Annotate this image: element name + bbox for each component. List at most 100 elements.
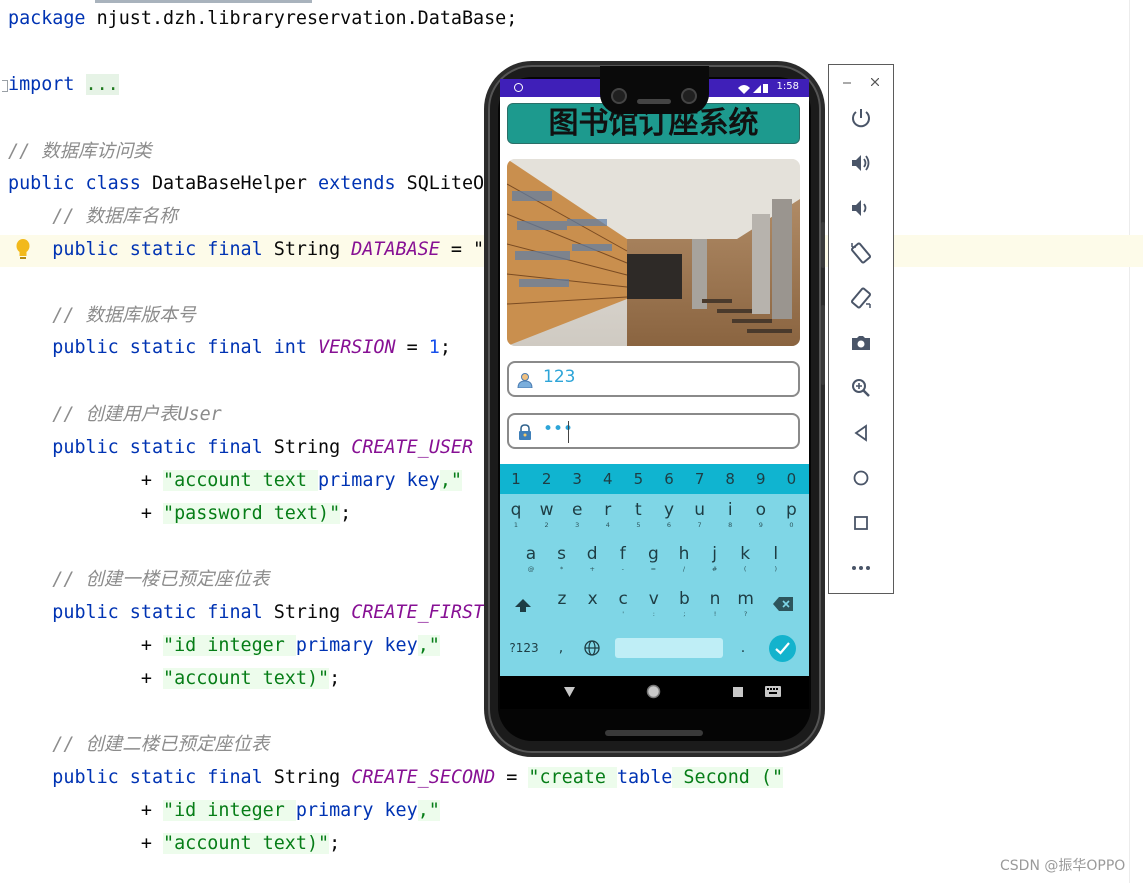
key-number[interactable]: 0: [776, 470, 806, 488]
key-letter[interactable]: v: [639, 589, 669, 609]
keyboard-switch-icon[interactable]: [765, 686, 781, 697]
phone-screen[interactable]: 1:58 图书馆订座系统 123 ••• 1 2 3 4 5 6 7 8 9 0…: [500, 79, 809, 709]
zoom-icon[interactable]: [849, 376, 873, 400]
emulator-toolbar[interactable]: [828, 64, 894, 594]
key-letter[interactable]: l: [761, 544, 791, 564]
code-line[interactable]: // 数据库版本号: [8, 303, 196, 329]
nav-home-icon[interactable]: [646, 684, 661, 699]
code-line[interactable]: + "id integer primary key,": [8, 633, 440, 659]
key-number[interactable]: 5: [623, 470, 653, 488]
code-line[interactable]: public class DataBaseHelper extends SQLi…: [8, 171, 484, 197]
password-field[interactable]: •••: [507, 413, 800, 449]
key-number[interactable]: 8: [715, 470, 745, 488]
camera-icon[interactable]: [849, 331, 873, 355]
key-number[interactable]: 9: [746, 470, 776, 488]
code-line[interactable]: + "password text)";: [8, 501, 351, 527]
key-letter[interactable]: q: [501, 500, 531, 520]
key-number[interactable]: 1: [501, 470, 531, 488]
more-icon[interactable]: [849, 556, 873, 580]
minimize-icon[interactable]: [843, 79, 851, 87]
backspace-icon[interactable]: [773, 597, 793, 611]
key-letter[interactable]: u: [685, 500, 715, 520]
code-line[interactable]: import ...: [8, 72, 119, 98]
code-token: VERSION: [318, 337, 396, 358]
key-letter[interactable]: d: [577, 544, 607, 564]
speaker-grill: [637, 99, 671, 104]
code-token: table: [616, 767, 673, 788]
overview-icon[interactable]: [849, 511, 873, 535]
key-letter[interactable]: e: [562, 500, 592, 520]
key-number[interactable]: 4: [593, 470, 623, 488]
user-icon: [517, 373, 533, 388]
code-line[interactable]: // 创建一楼已预定座位表: [8, 567, 269, 593]
key-hint: 3: [575, 521, 580, 529]
key-letter[interactable]: f: [608, 544, 638, 564]
key-letter[interactable]: c: [608, 589, 638, 609]
key-letter[interactable]: o: [746, 500, 776, 520]
rotate-left-icon[interactable]: [849, 241, 873, 265]
key-letter[interactable]: r: [593, 500, 623, 520]
key-letter[interactable]: p: [776, 500, 806, 520]
key-letter[interactable]: a: [516, 544, 546, 564]
code-line[interactable]: public static final String CREATE_SECOND…: [8, 765, 784, 791]
key-number[interactable]: 3: [562, 470, 592, 488]
code-line[interactable]: + "account text primary key,": [8, 468, 462, 494]
space-key[interactable]: [615, 638, 723, 658]
symbols-key[interactable]: ?123: [506, 641, 542, 655]
code-line[interactable]: // 创建用户表User: [8, 402, 221, 428]
back-icon[interactable]: [849, 421, 873, 445]
key-letter[interactable]: w: [532, 500, 562, 520]
code-line[interactable]: // 创建二楼已预定座位表: [8, 732, 269, 758]
code-token: // 数据库名称: [8, 206, 178, 227]
comma-key[interactable]: ,: [554, 640, 568, 656]
code-line[interactable]: // 数据库访问类: [8, 139, 152, 165]
key-letter[interactable]: y: [654, 500, 684, 520]
key-letter[interactable]: t: [623, 500, 653, 520]
enter-key[interactable]: [769, 635, 796, 662]
code-line[interactable]: public static final String CREATE_FIRST: [8, 600, 484, 626]
key-letter[interactable]: g: [638, 544, 668, 564]
key-letter[interactable]: i: [715, 500, 745, 520]
phone-power-button: [821, 222, 825, 268]
nav-recents-icon[interactable]: [733, 687, 743, 697]
code-line[interactable]: public static final String DATABASE = ": [8, 237, 484, 263]
key-letter[interactable]: h: [669, 544, 699, 564]
key-number[interactable]: 2: [532, 470, 562, 488]
period-key[interactable]: .: [736, 640, 750, 656]
soft-keyboard[interactable]: 1 2 3 4 5 6 7 8 9 0 q 1 w 2 e 3 r 4 t 5 y 6 u 7 i 8 o 9 p 0 a @ s * d + f - g =…: [500, 464, 809, 676]
shift-icon[interactable]: [514, 597, 532, 615]
key-number[interactable]: 7: [685, 470, 715, 488]
code-line[interactable]: + "account text)";: [8, 666, 340, 692]
key-number[interactable]: 6: [654, 470, 684, 488]
close-icon[interactable]: [871, 78, 879, 86]
key-letter[interactable]: n: [700, 589, 730, 609]
key-hint: @: [527, 565, 535, 573]
key-letter[interactable]: b: [669, 589, 699, 609]
key-letter[interactable]: j: [700, 544, 730, 564]
code-line[interactable]: + "id integer primary key,": [8, 798, 440, 824]
code-line[interactable]: + "account text)";: [8, 831, 340, 857]
key-letter[interactable]: s: [547, 544, 577, 564]
key-hint: 8: [728, 521, 733, 529]
code-token: =: [495, 767, 529, 788]
key-hint: 0: [789, 521, 794, 529]
code-line[interactable]: public static final int VERSION = 1;: [8, 335, 451, 361]
volume-down-icon[interactable]: [849, 196, 873, 220]
home-icon[interactable]: [849, 466, 873, 490]
account-field[interactable]: 123: [507, 361, 800, 397]
key-letter[interactable]: k: [730, 544, 760, 564]
key-letter[interactable]: m: [731, 589, 761, 609]
volume-up-icon[interactable]: [849, 151, 873, 175]
code-token: DataBaseHelper: [140, 173, 319, 194]
key-letter[interactable]: x: [578, 589, 608, 609]
account-input[interactable]: 123: [543, 367, 575, 387]
code-line[interactable]: public static final String CREATE_USER: [8, 435, 473, 461]
power-icon[interactable]: [849, 106, 873, 130]
rotate-right-icon[interactable]: [849, 286, 873, 310]
code-line[interactable]: // 数据库名称: [8, 204, 177, 230]
nav-back-icon[interactable]: [564, 687, 575, 697]
globe-icon[interactable]: [584, 640, 600, 656]
key-letter[interactable]: z: [547, 589, 577, 609]
code-line[interactable]: package njust.dzh.libraryreservation.Dat…: [8, 6, 517, 32]
